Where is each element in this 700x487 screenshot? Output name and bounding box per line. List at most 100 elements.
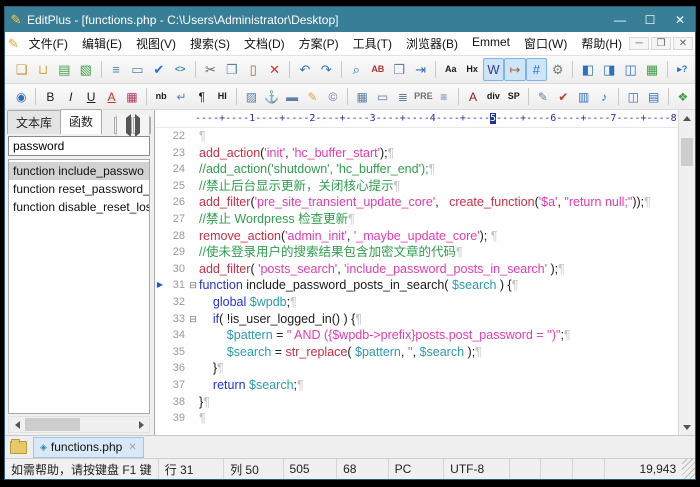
maximize-button[interactable]: ☐ bbox=[635, 13, 665, 27]
minimize-button[interactable]: — bbox=[605, 13, 635, 27]
scroll-down-icon[interactable] bbox=[679, 419, 695, 435]
span-tag-icon[interactable]: SP bbox=[504, 85, 524, 108]
italic-icon[interactable]: I bbox=[61, 85, 81, 108]
edit-tag-icon[interactable]: ✎ bbox=[302, 85, 322, 108]
html-code-icon[interactable]: <> bbox=[170, 58, 191, 81]
div-tag-icon[interactable]: div bbox=[483, 85, 503, 108]
print-icon[interactable]: ▭ bbox=[127, 58, 148, 81]
toggle-sidebar-icon[interactable]: ◧ bbox=[577, 58, 598, 81]
mdi-restore-icon[interactable]: ❐ bbox=[651, 37, 671, 50]
menu-item[interactable]: 文件(F) bbox=[22, 32, 75, 55]
bold-icon[interactable]: B bbox=[40, 85, 60, 108]
syntax-check-icon[interactable]: ✔ bbox=[553, 85, 573, 108]
fold-icon[interactable]: ⊟ bbox=[187, 311, 199, 328]
sidebar-tab-cliptext[interactable]: 文本库 bbox=[7, 110, 62, 134]
browser-preview-icon[interactable]: ◉ bbox=[11, 85, 31, 108]
document-tab[interactable]: ◈ functions.php ✕ bbox=[33, 436, 144, 458]
scroll-left-icon[interactable] bbox=[9, 417, 25, 432]
function-list-item[interactable]: function disable_reset_los bbox=[9, 198, 149, 216]
save-icon[interactable]: ▤ bbox=[54, 58, 75, 81]
heading-icon[interactable]: HI bbox=[212, 85, 232, 108]
paste-icon[interactable]: ▯ bbox=[243, 58, 264, 81]
nbsp-icon[interactable]: nb bbox=[151, 85, 171, 108]
settings-icon[interactable]: ⚙ bbox=[547, 58, 568, 81]
code-area[interactable]: 22 ¶ 23 add_action('init', 'hc_buffer_start… bbox=[155, 128, 678, 435]
mdi-minimize-icon[interactable]: ─ bbox=[629, 37, 649, 50]
font-tag-icon[interactable]: A bbox=[463, 85, 483, 108]
main-toolbar: ❏ ⊔ ▤ ▧ ≡ ▭ ✔ <> ✂ ❐ ▯ ✕ ↶ ↷ ⌕ AB ❒ ⇥ Aa Hx W ↦ # ⚙ ◧ ◨ ◫ ▦ ▸? bbox=[5, 56, 695, 84]
menu-item[interactable]: 视图(V) bbox=[129, 32, 183, 55]
tab-scroll-left-icon[interactable] bbox=[114, 114, 132, 137]
menu-item[interactable]: 帮助(H) bbox=[574, 32, 629, 55]
scroll-thumb[interactable] bbox=[681, 138, 693, 166]
hex-view-icon[interactable]: Hx bbox=[462, 58, 483, 81]
line-numbers-icon[interactable]: # bbox=[525, 58, 547, 81]
goto-line-icon[interactable]: ⇥ bbox=[410, 58, 431, 81]
print-preview-icon[interactable]: ≡ bbox=[105, 58, 126, 81]
delete-icon[interactable]: ✕ bbox=[264, 58, 285, 81]
insert-music-icon[interactable]: ♪ bbox=[594, 85, 614, 108]
word-wrap-icon[interactable]: W bbox=[482, 58, 505, 81]
resize-grip[interactable] bbox=[682, 459, 695, 479]
scroll-right-icon[interactable] bbox=[133, 417, 149, 432]
open-folder-icon[interactable]: ⊔ bbox=[32, 58, 53, 81]
edit-script-icon[interactable]: ✎ bbox=[533, 85, 553, 108]
function-search-input[interactable] bbox=[8, 136, 150, 156]
sidebar-tab-functions[interactable]: 函数 bbox=[60, 109, 103, 134]
color-palette-icon[interactable]: ❖ bbox=[673, 85, 693, 108]
scroll-up-icon[interactable] bbox=[679, 110, 695, 126]
toggle-browser-icon[interactable]: ▦ bbox=[641, 58, 662, 81]
close-button[interactable]: ✕ bbox=[665, 13, 695, 27]
textarea-icon[interactable]: ▭ bbox=[372, 85, 392, 108]
menu-item[interactable]: 编辑(E) bbox=[75, 32, 129, 55]
menu-item[interactable]: 文档(D) bbox=[237, 32, 292, 55]
editor-vertical-scrollbar[interactable] bbox=[678, 110, 695, 435]
menu-item[interactable]: Emmet bbox=[465, 32, 517, 55]
toggle-panel-a-icon[interactable]: ◫ bbox=[623, 85, 643, 108]
wrap-marker-icon[interactable]: ↦ bbox=[504, 58, 526, 81]
tab-scroll-right-icon[interactable] bbox=[133, 114, 151, 137]
toggle-panel-b-icon[interactable]: ▤ bbox=[643, 85, 663, 108]
folder-icon[interactable] bbox=[10, 438, 27, 454]
undo-icon[interactable]: ↶ bbox=[294, 58, 315, 81]
color-picker-icon[interactable]: ▦ bbox=[122, 85, 142, 108]
insert-media-icon[interactable]: ▥ bbox=[573, 85, 593, 108]
new-file-icon[interactable]: ❏ bbox=[11, 58, 32, 81]
change-case-icon[interactable]: Aa bbox=[440, 58, 461, 81]
menu-item[interactable]: 工具(T) bbox=[346, 32, 399, 55]
pre-tag-icon[interactable]: PRE bbox=[413, 85, 434, 108]
horizontal-rule-icon[interactable]: ▬ bbox=[282, 85, 302, 108]
find-in-files-icon[interactable]: AB bbox=[367, 58, 388, 81]
save-all-icon[interactable]: ▧ bbox=[75, 58, 96, 81]
insert-image-icon[interactable]: ▨ bbox=[241, 85, 261, 108]
mdi-close-icon[interactable]: ✕ bbox=[673, 37, 693, 50]
menu-item[interactable]: 搜索(S) bbox=[183, 32, 237, 55]
table-icon[interactable]: ▦ bbox=[352, 85, 372, 108]
spell-check-icon[interactable]: ✔ bbox=[148, 58, 169, 81]
cut-icon[interactable]: ✂ bbox=[200, 58, 221, 81]
menu-item[interactable]: 浏览器(B) bbox=[399, 32, 465, 55]
function-list-item[interactable]: function reset_password_ bbox=[9, 180, 149, 198]
find-icon[interactable]: ⌕ bbox=[346, 58, 367, 81]
align-text-icon[interactable]: ≣ bbox=[393, 85, 413, 108]
toggle-output-icon[interactable]: ◨ bbox=[599, 58, 620, 81]
tab-close-icon[interactable]: ✕ bbox=[128, 442, 136, 453]
toggle-cliptext-icon[interactable]: ◫ bbox=[620, 58, 641, 81]
function-list-item[interactable]: function include_passwo bbox=[9, 162, 149, 180]
fold-icon[interactable]: ⊟ bbox=[187, 277, 199, 294]
underline-icon[interactable]: U bbox=[81, 85, 101, 108]
new-from-template-icon[interactable]: ❒ bbox=[389, 58, 410, 81]
redo-icon[interactable]: ↷ bbox=[316, 58, 337, 81]
copy-icon[interactable]: ❐ bbox=[221, 58, 242, 81]
sidebar-horizontal-scrollbar[interactable] bbox=[8, 416, 150, 433]
menu-item[interactable]: 窗口(W) bbox=[517, 32, 574, 55]
font-color-icon[interactable]: A bbox=[101, 85, 121, 108]
line-break-icon[interactable]: ↵ bbox=[171, 85, 191, 108]
special-chars-icon[interactable]: © bbox=[323, 85, 343, 108]
anchor-icon[interactable]: ⚓ bbox=[262, 85, 282, 108]
paragraph-icon[interactable]: ¶ bbox=[192, 85, 212, 108]
scroll-thumb[interactable] bbox=[25, 418, 80, 431]
context-help-icon[interactable]: ▸? bbox=[672, 58, 693, 81]
list-tag-icon[interactable]: ≡ bbox=[434, 85, 454, 108]
menu-item[interactable]: 方案(P) bbox=[292, 32, 346, 55]
